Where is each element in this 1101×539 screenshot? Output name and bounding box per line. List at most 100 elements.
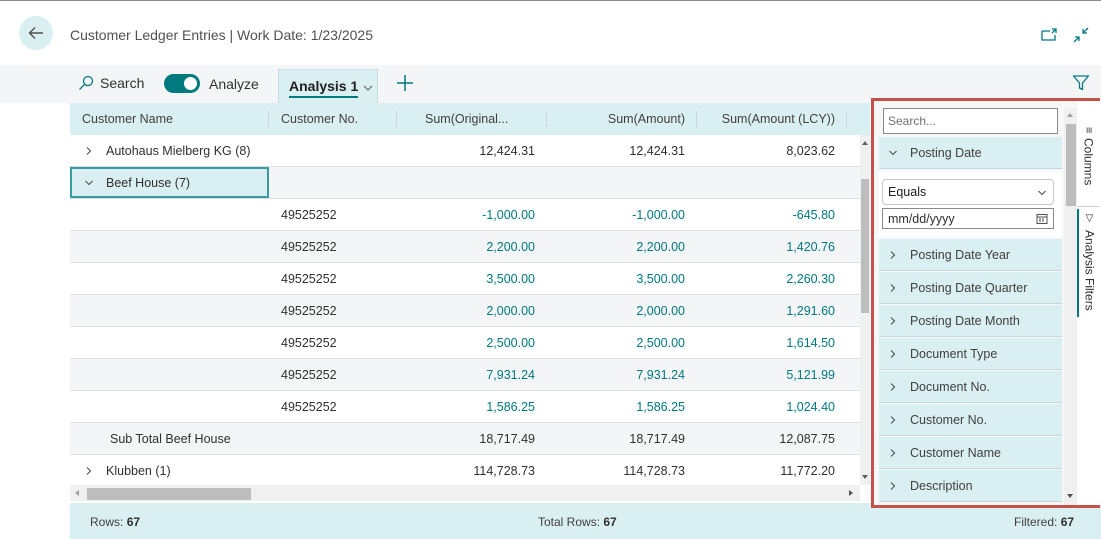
column-header-customer-no[interactable]: Customer No. xyxy=(269,103,397,135)
scroll-left-arrow-icon[interactable] xyxy=(75,490,79,496)
sum-amount-lcy-cell[interactable]: 1,420.76 xyxy=(697,231,847,262)
analyze-toggle[interactable] xyxy=(164,74,200,93)
sum-original-cell[interactable]: 2,200.00 xyxy=(397,231,547,262)
sum-amount-lcy-cell[interactable]: 1,291.60 xyxy=(697,295,847,326)
panel-scroll-up-icon[interactable] xyxy=(1067,113,1073,117)
panel-vertical-scrollbar[interactable] xyxy=(1064,108,1077,505)
chevron-down-icon xyxy=(1038,190,1046,196)
filter-search-input[interactable]: Search... xyxy=(883,108,1058,134)
rows-value: 67 xyxy=(126,515,141,529)
group-toggle[interactable]: Klubben (1) xyxy=(70,464,171,478)
table-row[interactable]: 49525252 -1,000.00 -1,000.00 -645.80 xyxy=(70,199,860,231)
sum-amount-cell[interactable]: 2,000.00 xyxy=(547,295,697,326)
tab-analysis-1[interactable]: Analysis 1 xyxy=(278,69,378,103)
filter-field-item[interactable]: Posting Date Month xyxy=(879,305,1062,337)
page-title: Customer Ledger Entries | Work Date: 1/2… xyxy=(70,27,373,43)
group-row[interactable]: Beef House (7) xyxy=(70,167,860,199)
table-row[interactable]: 49525252 2,200.00 2,200.00 1,420.76 xyxy=(70,231,860,263)
sum-amount-cell[interactable]: 1,586.25 xyxy=(547,391,697,422)
vertical-scroll-thumb[interactable] xyxy=(861,179,869,313)
chevron-right-icon[interactable] xyxy=(84,146,94,156)
sum-original-cell[interactable]: 2,500.00 xyxy=(397,327,547,358)
sum-amount-lcy-cell[interactable]: 1,024.40 xyxy=(697,391,847,422)
group-toggle[interactable]: Autohaus Mielberg KG (8) xyxy=(70,144,251,158)
sum-original-cell[interactable]: 3,500.00 xyxy=(397,263,547,294)
column-header-sum-amount[interactable]: Sum(Amount) xyxy=(547,103,697,135)
table-row[interactable]: 49525252 2,000.00 2,000.00 1,291.60 xyxy=(70,295,860,327)
filter-field-posting-date[interactable]: Posting Date xyxy=(879,137,1062,169)
filter-field-item[interactable]: Posting Date Quarter xyxy=(879,272,1062,304)
sum-amount-cell: 114,728.73 xyxy=(623,463,685,478)
sum-amount-lcy-cell[interactable]: 2,260.30 xyxy=(697,263,847,294)
scroll-up-arrow-icon[interactable] xyxy=(862,141,868,145)
chevron-down-icon[interactable] xyxy=(84,178,94,188)
calendar-icon[interactable] xyxy=(1036,213,1048,225)
tab-columns[interactable]: ≡ Columns xyxy=(1077,127,1100,207)
back-button[interactable] xyxy=(19,16,53,50)
sum-original-cell[interactable]: 2,000.00 xyxy=(397,295,547,326)
filter-field-item[interactable]: Customer Name xyxy=(879,437,1062,469)
date-input[interactable]: mm/dd/yyyy xyxy=(882,208,1054,229)
column-header-customer-name[interactable]: Customer Name xyxy=(70,103,269,135)
vertical-scrollbar[interactable] xyxy=(860,135,870,485)
sum-amount-cell[interactable]: -1,000.00 xyxy=(547,199,697,230)
open-in-new-window-icon[interactable] xyxy=(1040,26,1058,44)
panel-scroll-thumb[interactable] xyxy=(1066,124,1076,206)
sum-amount-lcy-cell[interactable]: -645.80 xyxy=(697,199,847,230)
data-grid: Customer Name Customer No. Sum(Original.… xyxy=(70,103,870,501)
filter-field-item[interactable]: Description xyxy=(879,470,1062,502)
operator-select[interactable]: Equals xyxy=(882,179,1054,205)
filter-field-item[interactable]: Document No. xyxy=(879,371,1062,403)
chevron-right-icon xyxy=(890,349,896,358)
scroll-right-arrow-icon[interactable] xyxy=(849,490,853,496)
chevron-right-icon xyxy=(890,448,896,457)
table-row[interactable]: 49525252 1,586.25 1,586.25 1,024.40 xyxy=(70,391,860,423)
plus-icon[interactable] xyxy=(396,74,414,92)
tab-analysis-filters[interactable]: ▽ Analysis Filters xyxy=(1077,209,1100,317)
filter-field-item[interactable]: Customer No. xyxy=(879,404,1062,436)
total-rows-value: 67 xyxy=(603,515,617,529)
total-rows-count: Total Rows: 67 xyxy=(538,515,617,529)
chevron-down-icon[interactable] xyxy=(362,82,374,94)
filter-funnel-icon[interactable] xyxy=(1072,74,1090,92)
chevron-right-icon[interactable] xyxy=(84,466,94,476)
sum-amount-cell[interactable]: 2,500.00 xyxy=(547,327,697,358)
filter-field-item[interactable]: Posting Date Year xyxy=(879,239,1062,271)
collapse-arrows-icon[interactable] xyxy=(1072,26,1090,44)
group-row[interactable]: Autohaus Mielberg KG (8) 12,424.31 12,424.… xyxy=(70,135,860,167)
customer-name-cell[interactable]: Klubben (1) xyxy=(70,455,269,486)
sum-amount-lcy-cell[interactable]: 1,614.50 xyxy=(697,327,847,358)
filter-field-item[interactable]: Document Type xyxy=(879,338,1062,370)
table-row[interactable]: 49525252 3,500.00 3,500.00 2,260.30 xyxy=(70,263,860,295)
sum-original-cell[interactable]: 7,931.24 xyxy=(397,359,547,390)
sum-amount-cell[interactable]: 3,500.00 xyxy=(547,263,697,294)
sum-original-cell[interactable]: 1,586.25 xyxy=(397,391,547,422)
sum-amount-cell[interactable]: 7,931.24 xyxy=(547,359,697,390)
sum-amount-cell xyxy=(547,167,697,198)
sum-original-cell xyxy=(397,167,547,198)
grid-header: Customer Name Customer No. Sum(Original.… xyxy=(70,103,870,135)
horizontal-scroll-thumb[interactable] xyxy=(87,488,251,500)
column-header-sum-amount-lcy[interactable]: Sum(Amount (LCY)) xyxy=(697,103,847,135)
group-row[interactable]: Klubben (1) 114,728.73 114,728.73 11,772.20 xyxy=(70,455,860,487)
group-toggle[interactable]: Beef House (7) xyxy=(72,176,190,190)
scroll-down-arrow-icon[interactable] xyxy=(862,475,868,479)
filtered-value: 67 xyxy=(1060,515,1075,529)
sum-amount-lcy-cell[interactable]: 5,121.99 xyxy=(697,359,847,390)
subtotal-row[interactable]: Sub Total Beef House 18,717.49 18,717.49 12… xyxy=(70,423,860,455)
panel-scroll-down-icon[interactable] xyxy=(1067,494,1073,498)
sum-original-cell[interactable]: -1,000.00 xyxy=(397,199,547,230)
customer-name-cell[interactable]: Beef House (7) xyxy=(70,167,269,198)
table-row[interactable]: 49525252 7,931.24 7,931.24 5,121.99 xyxy=(70,359,860,391)
customer-name-cell: Sub Total Beef House xyxy=(110,431,231,446)
customer-name-cell xyxy=(70,263,269,294)
column-header-sum-original[interactable]: Sum(Original... xyxy=(397,103,547,135)
filter-field-label: Posting Date Year xyxy=(910,247,1011,262)
group-name: Beef House (7) xyxy=(106,175,191,190)
horizontal-scrollbar[interactable] xyxy=(70,485,860,501)
sum-amount-cell[interactable]: 2,200.00 xyxy=(547,231,697,262)
table-row[interactable]: 49525252 2,500.00 2,500.00 1,614.50 xyxy=(70,327,860,359)
customer-name-cell[interactable]: Autohaus Mielberg KG (8) xyxy=(70,135,269,166)
search-button[interactable]: Search xyxy=(78,75,144,91)
sum-original-cell: 18,717.49 xyxy=(479,431,535,446)
